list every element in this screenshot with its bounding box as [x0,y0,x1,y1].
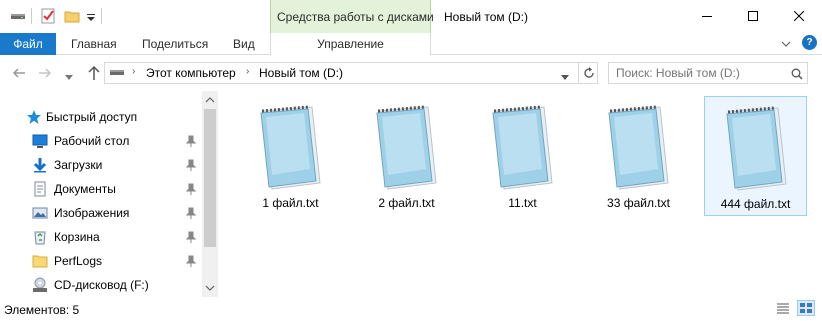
pin-icon[interactable] [186,159,196,171]
nav-item-label: Корзина [54,230,100,244]
notepad-file-icon [608,105,669,190]
pin-icon[interactable] [186,207,196,219]
search-box[interactable] [608,62,808,84]
back-button[interactable] [12,66,26,83]
refresh-icon [584,67,594,78]
tab-share[interactable]: Поделиться [142,37,208,51]
tab-home[interactable]: Главная [71,37,117,51]
nav-item-label: Загрузки [54,158,103,172]
minimize-icon [702,16,712,17]
scrollbar-thumb[interactable] [204,109,216,247]
qat-divider [101,8,102,24]
details-view-icon [777,303,789,314]
contextual-tab-group-label: Средства работы с дисками [277,10,434,24]
nav-item-label: Изображения [54,206,130,220]
recycle-bin-icon [34,231,46,245]
nav-item-cd-drive[interactable]: CD-дисковод (F:) [0,274,200,296]
pin-icon[interactable] [186,255,196,267]
file-item[interactable]: 2 файл.txt [355,96,458,216]
folder-icon [32,255,48,268]
nav-item-desktop[interactable]: Рабочий стол [0,130,200,152]
nav-item-label: CD-дисковод (F:) [54,278,149,292]
item-count: Элементов: 5 [4,303,80,317]
up-button[interactable] [87,65,101,84]
cd-drive-icon [33,277,47,292]
search-icon[interactable] [791,68,803,80]
up-arrow-icon [88,65,100,80]
details-view-button[interactable] [774,300,792,316]
file-name: 2 файл.txt [378,196,435,210]
pictures-icon [32,207,48,219]
drive-icon [109,67,125,82]
file-item[interactable]: 1 файл.txt [239,96,342,216]
star-icon [27,110,41,124]
desktop-icon [32,134,48,148]
status-bar: Элементов: 5 [0,297,822,321]
nav-item-documents[interactable]: Документы [0,178,200,200]
breadcrumb-drive-d[interactable]: Новый том (D:) [259,66,343,80]
address-history-button[interactable] [561,70,569,84]
large-icons-view-icon [800,303,812,313]
file-item[interactable]: 11.txt [471,96,574,216]
window-title: Новый том (D:) [444,10,528,24]
large-icons-view-button[interactable] [797,300,815,316]
nav-item-perflogs[interactable]: PerfLogs [0,250,200,272]
breadcrumb-separator-icon[interactable]: › [132,66,135,77]
forward-arrow-icon [39,68,52,78]
scroll-up-icon[interactable] [202,93,218,107]
tab-manage[interactable]: Управление [270,33,431,55]
notepad-file-icon [260,105,321,190]
recent-locations-button[interactable] [65,70,73,84]
nav-item-pictures[interactable]: Изображения [0,202,200,224]
file-name: 1 файл.txt [262,196,319,210]
new-folder-icon[interactable] [64,8,80,24]
search-input[interactable] [609,63,789,83]
help-icon[interactable]: ? [802,35,817,50]
back-arrow-icon [12,68,25,78]
nav-item-label: Рабочий стол [54,134,130,148]
navigation-pane-scrollbar[interactable] [202,91,218,297]
qat-divider [31,8,32,24]
properties-icon[interactable] [40,8,56,24]
notepad-file-icon [726,106,787,191]
notepad-file-icon [376,105,437,190]
maximize-button[interactable] [730,0,776,32]
nav-item-quick-access[interactable]: Быстрый доступ [0,106,200,128]
drive-icon[interactable] [10,8,26,24]
documents-icon [34,181,46,197]
close-button[interactable] [776,0,822,32]
breadcrumb-separator-icon[interactable]: › [246,66,249,77]
chevron-down-icon [65,75,73,80]
close-icon [794,11,804,21]
nav-item-recycle-bin[interactable]: Корзина [0,226,200,248]
expand-ribbon-icon[interactable] [781,38,791,52]
minimize-button[interactable] [684,0,730,32]
scroll-down-icon[interactable] [202,281,218,295]
maximize-icon [748,11,758,21]
download-icon [33,158,47,173]
nav-item-label: PerfLogs [54,254,103,268]
tab-view[interactable]: Вид [233,37,255,51]
nav-item-label: Документы [54,182,116,196]
file-name: 11.txt [508,196,537,210]
file-name: 33 файл.txt [607,196,670,210]
pin-icon[interactable] [186,231,196,243]
navigation-pane: Быстрый доступ Рабочий стол Загрузки Док… [0,91,218,297]
notepad-file-icon [492,105,553,190]
refresh-button[interactable] [578,62,598,84]
file-name: 444 файл.txt [720,197,791,211]
pin-icon[interactable] [186,183,196,195]
pin-icon[interactable] [186,135,196,147]
nav-item-downloads[interactable]: Загрузки [0,154,200,176]
file-item[interactable]: 33 файл.txt [587,96,690,216]
qat-customize-icon[interactable] [86,8,102,24]
breadcrumb-this-pc[interactable]: Этот компьютер [146,66,236,80]
forward-button[interactable] [38,66,52,83]
tab-file[interactable]: Файл [0,33,56,55]
nav-item-label: Быстрый доступ [46,110,138,124]
file-item-selected[interactable]: 444 файл.txt [704,96,807,216]
chevron-down-icon [561,75,569,80]
